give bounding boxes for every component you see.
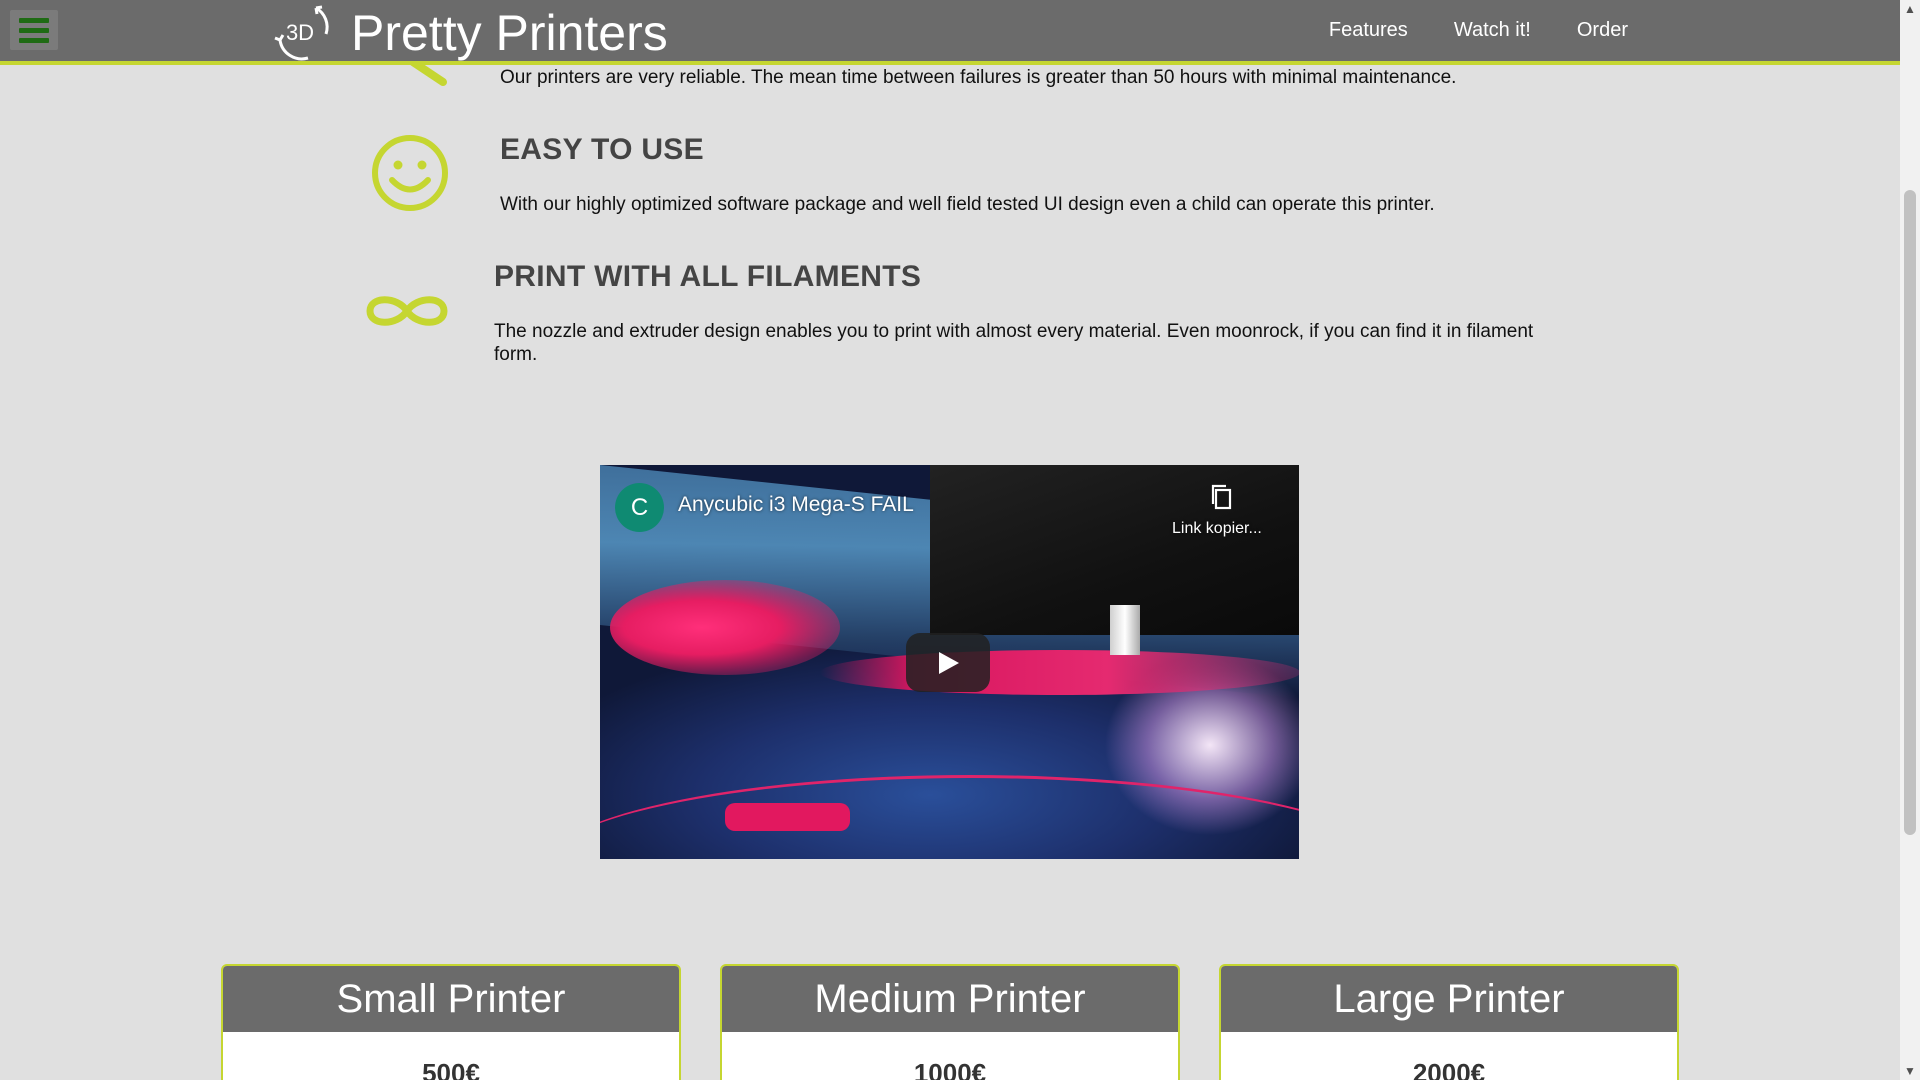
video-frame-filament <box>610 580 840 675</box>
3d-logo-icon[interactable]: 3D <box>268 0 332 64</box>
channel-avatar[interactable]: C <box>615 483 664 532</box>
pricing-card-price: 2000€ <box>1412 1058 1486 1080</box>
page-scrollbar[interactable]: ▲ ▼ <box>1900 0 1920 1080</box>
menu-line-icon <box>19 37 49 43</box>
feature-filaments-title: PRINT WITH ALL FILAMENTS <box>494 260 922 293</box>
video-player[interactable]: C Anycubic i3 Mega-S FAIL Link kopier... <box>600 465 1299 859</box>
pricing-card-title: Small Printer <box>223 966 679 1032</box>
video-frame-filament <box>820 650 1299 695</box>
pricing-card-medium: Medium Printer 1000€ <box>720 964 1180 1080</box>
nav-watch-it[interactable]: Watch it! <box>1454 19 1531 42</box>
video-frame-bed <box>600 775 1299 859</box>
play-button[interactable] <box>906 633 990 692</box>
scrollbar-thumb[interactable] <box>1904 190 1916 835</box>
brand-title[interactable]: Pretty Printers <box>351 5 668 61</box>
feature-filaments-text: The nozzle and extruder design enables y… <box>494 321 1534 365</box>
pricing-card-small: Small Printer 500€ <box>221 964 681 1080</box>
infinity-icon <box>366 296 448 326</box>
nav-order[interactable]: Order <box>1577 19 1628 42</box>
pricing-card-price: 1000€ <box>913 1058 987 1080</box>
scroll-down-arrow-icon[interactable]: ▼ <box>1900 1062 1920 1080</box>
feature-easy-title: EASY TO USE <box>500 133 704 166</box>
smiley-icon <box>372 135 448 211</box>
copy-link-label[interactable]: Link kopier... <box>1172 520 1262 538</box>
feature-easy-text: With our highly optimized software packa… <box>500 194 1435 215</box>
nav-features[interactable]: Features <box>1329 19 1408 42</box>
pricing-card-large: Large Printer 2000€ <box>1219 964 1679 1080</box>
feature-reliable-text: Our printers are very reliable. The mean… <box>500 67 1457 88</box>
pricing-card-price: 500€ <box>422 1058 480 1080</box>
logo-text: 3D <box>286 20 314 45</box>
menu-line-icon <box>19 17 49 23</box>
video-title[interactable]: Anycubic i3 Mega-S FAIL <box>678 493 914 517</box>
video-frame-nozzle <box>1110 605 1140 655</box>
play-icon <box>939 651 959 674</box>
main-nav: Features Watch it! Order <box>1283 0 1628 61</box>
copy-link-icon[interactable] <box>1209 482 1235 512</box>
hamburger-menu-button[interactable] <box>10 10 58 50</box>
menu-line-icon <box>19 27 49 33</box>
site-header: 3D Pretty Printers Features Watch it! Or… <box>0 0 1900 65</box>
scroll-up-arrow-icon[interactable]: ▲ <box>1900 0 1920 18</box>
pricing-card-title: Medium Printer <box>722 966 1178 1032</box>
pricing-card-title: Large Printer <box>1221 966 1677 1032</box>
